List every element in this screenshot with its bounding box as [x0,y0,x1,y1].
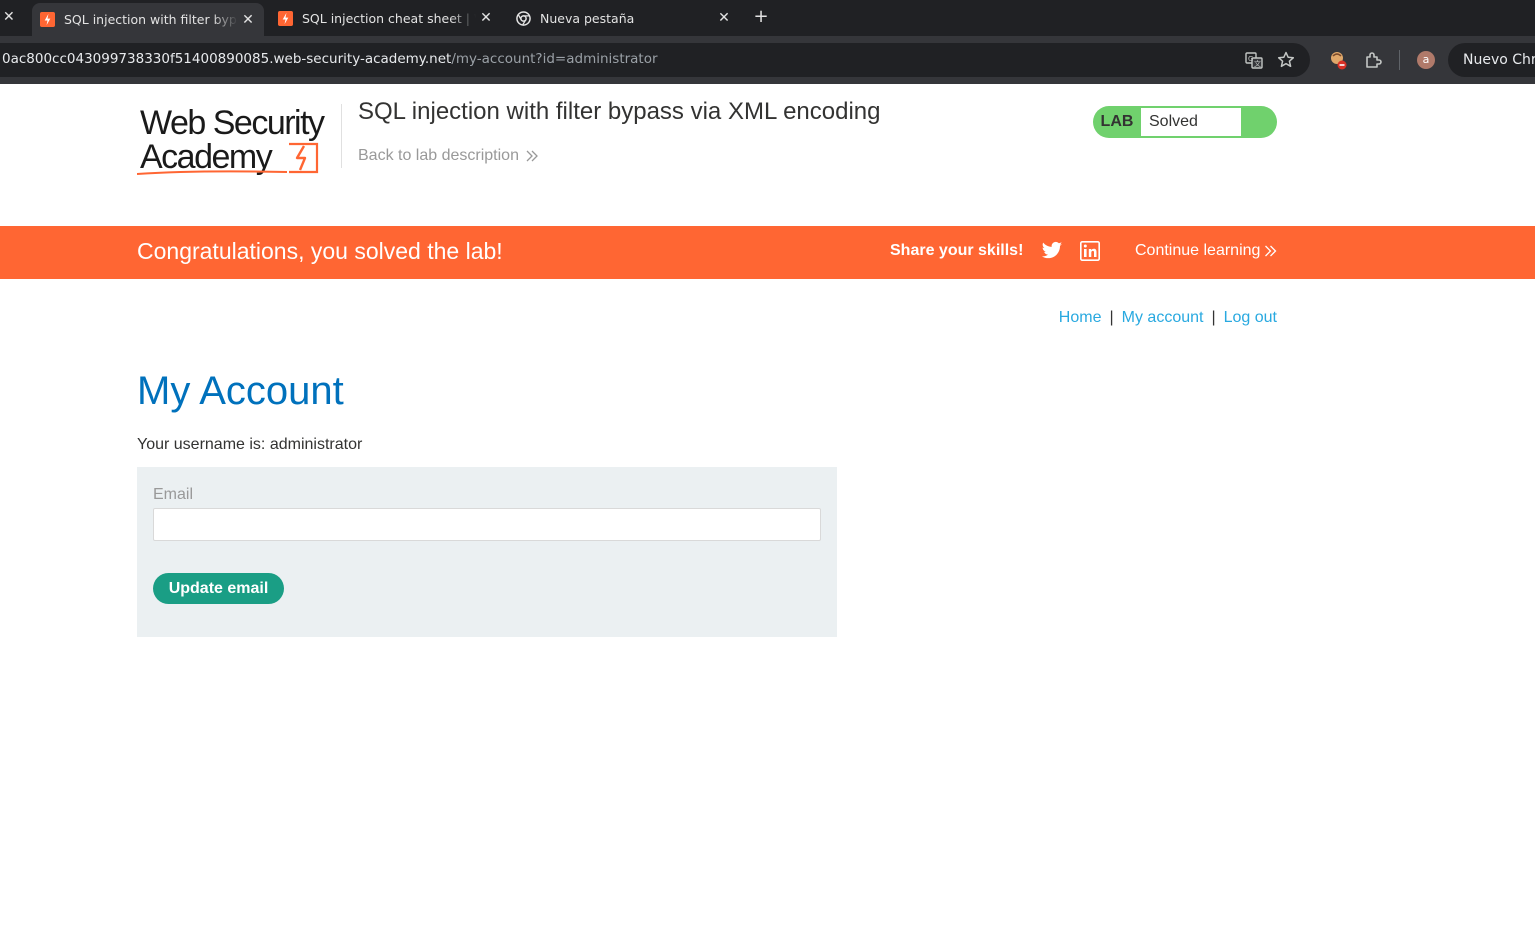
url-path: /my-account?id=administrator [451,51,658,67]
username-text: Your username is: administrator [137,436,363,453]
continue-learning-label: Continue learning [1135,242,1261,259]
browser-tab-active[interactable]: SQL injection with filter bypass via XML… [32,3,264,36]
tab-title: SQL injection cheat sheet | Web Security… [302,10,476,26]
portswigger-favicon-icon [278,10,293,26]
top-nav: Home | My account | Log out [1059,309,1277,327]
profile-avatar[interactable]: a [1417,51,1435,69]
toolbar-divider [1399,50,1400,70]
profile-button[interactable]: Nuevo Chrome [1448,43,1535,77]
nav-home-link[interactable]: Home [1059,309,1102,326]
svg-text:文: 文 [1254,59,1261,68]
tab-close-icon[interactable]: ✕ [3,9,15,25]
web-security-academy-logo[interactable]: Web Security Academy [137,102,342,178]
extension-blocked-icon[interactable] [1327,49,1349,71]
update-email-button[interactable]: Update email [153,573,284,604]
bookmark-star-icon[interactable] [1275,49,1297,71]
browser-tab[interactable]: SQL injection cheat sheet | Web Security… [270,0,502,36]
tab-close-icon[interactable]: ✕ [714,10,734,26]
share-skills-label: Share your skills! [890,242,1024,259]
extensions-puzzle-icon[interactable] [1362,49,1384,71]
lab-status-widget: LAB Solved [1093,106,1277,138]
back-to-lab-link[interactable]: Back to lab description [358,147,539,165]
nav-separator: | [1109,309,1114,326]
lab-status-value: Solved [1141,108,1241,136]
tab-title: Nueva pestaña [540,10,635,26]
logo-text-line1: Web Security [140,104,325,142]
change-email-form [137,467,837,637]
lab-title: SQL injection with filter bypass via XML… [358,98,881,125]
url-host: 0ac800cc043099738330f51400890085.web-sec… [2,51,452,67]
twitter-icon[interactable] [1041,241,1063,261]
tab-close-icon[interactable]: ✕ [238,12,258,28]
nav-my-account-link[interactable]: My account [1122,309,1204,326]
email-label: Email [153,486,194,503]
linkedin-icon[interactable] [1080,241,1100,261]
url-text[interactable]: 0ac800cc043099738330f51400890085.web-sec… [2,51,658,67]
new-tab-button[interactable]: + [751,6,771,28]
page-title: My Account [137,369,344,413]
nav-log-out-link[interactable]: Log out [1224,309,1277,326]
logo-text-line2: Academy [140,138,273,176]
continue-learning-link[interactable]: Continue learning [1135,242,1277,260]
tab-title: SQL injection with filter bypass via XML… [64,12,238,27]
logo-divider [341,104,342,168]
back-link-label: Back to lab description [358,147,519,164]
email-field[interactable] [153,508,821,541]
chrome-favicon-icon [516,10,531,26]
tab-close-icon[interactable]: ✕ [476,10,496,26]
portswigger-favicon-icon [40,12,55,27]
solved-message: Congratulations, you solved the lab! [137,238,503,264]
svg-text:G: G [1248,55,1253,63]
double-chevron-right-icon [1265,245,1277,257]
translate-icon[interactable]: G文 [1243,49,1265,71]
browser-tab[interactable]: Nueva pestaña ✕ [508,0,740,36]
lab-status-label: LAB [1100,113,1134,130]
nav-separator: | [1211,309,1216,326]
double-chevron-right-icon [526,150,538,162]
